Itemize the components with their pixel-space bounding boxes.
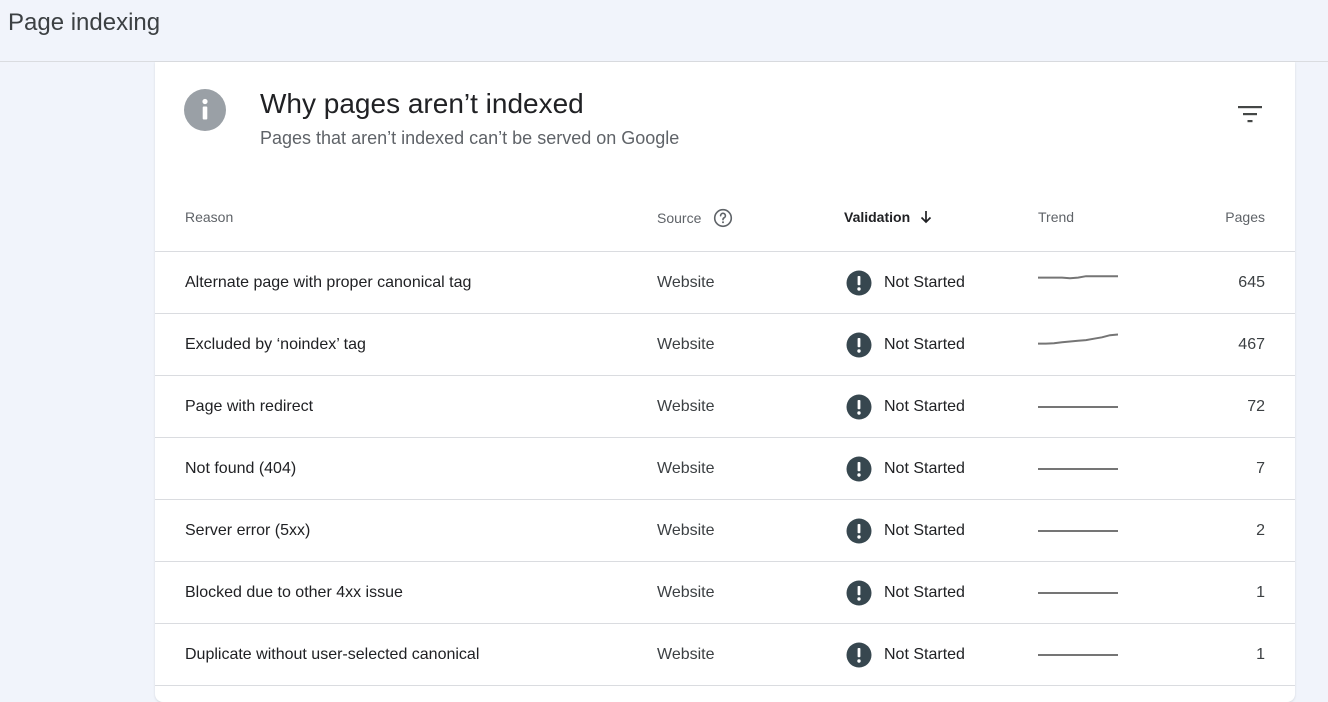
row-validation-label: Not Started xyxy=(884,335,965,353)
row-reason: Duplicate without user-selected canonica… xyxy=(185,645,480,663)
page-title: Page indexing xyxy=(8,9,161,36)
row-pages: 1 xyxy=(1256,583,1265,601)
table-row[interactable]: Alternate page with proper canonical tag… xyxy=(155,252,1295,314)
column-header-source-label: Source xyxy=(657,210,702,226)
table-row[interactable]: Excluded by ‘noindex’ tag Website Not St… xyxy=(155,314,1295,376)
row-source: Website xyxy=(657,335,715,353)
row-validation: Not Started xyxy=(846,562,965,623)
row-validation-label: Not Started xyxy=(884,645,965,663)
column-header-validation-label: Validation xyxy=(844,209,911,225)
row-pages: 1 xyxy=(1256,645,1265,663)
row-source: Website xyxy=(657,521,715,539)
table-row[interactable]: Page with redirect Website Not Started 7… xyxy=(155,376,1295,438)
row-source: Website xyxy=(657,583,715,601)
arrow-down-icon xyxy=(921,211,932,224)
row-validation-label: Not Started xyxy=(884,521,965,539)
page-header: Page indexing xyxy=(0,0,1328,62)
exclamation-circle-icon xyxy=(846,456,872,481)
row-trend xyxy=(1038,500,1118,561)
column-header-pages: Pages xyxy=(1225,209,1265,225)
row-validation: Not Started xyxy=(846,376,965,437)
row-source: Website xyxy=(657,459,715,477)
row-validation: Not Started xyxy=(846,624,965,685)
row-validation-label: Not Started xyxy=(884,583,965,601)
row-validation-label: Not Started xyxy=(884,459,965,477)
table-body: Alternate page with proper canonical tag… xyxy=(155,252,1295,686)
row-pages: 2 xyxy=(1256,521,1265,539)
card-subtitle: Pages that aren’t indexed can’t be serve… xyxy=(260,128,680,148)
trend-sparkline xyxy=(1038,333,1118,345)
row-reason: Alternate page with proper canonical tag xyxy=(185,273,472,291)
exclamation-circle-icon xyxy=(846,394,872,419)
row-reason: Excluded by ‘noindex’ tag xyxy=(185,335,366,353)
row-validation: Not Started xyxy=(846,500,965,561)
trend-sparkline xyxy=(1038,530,1118,532)
row-validation: Not Started xyxy=(846,252,965,313)
row-reason: Page with redirect xyxy=(185,397,314,415)
row-pages: 645 xyxy=(1238,273,1265,291)
table-row[interactable]: Blocked due to other 4xx issue Website N… xyxy=(155,562,1295,624)
table-row[interactable]: Not found (404) Website Not Started 7 xyxy=(155,438,1295,500)
row-trend xyxy=(1038,252,1118,313)
filter-icon xyxy=(1238,106,1262,123)
trend-sparkline xyxy=(1038,592,1118,594)
row-pages: 467 xyxy=(1238,335,1265,353)
column-header-trend: Trend xyxy=(1038,209,1075,225)
exclamation-circle-icon xyxy=(846,332,872,357)
column-header-validation[interactable]: Validation xyxy=(844,208,934,226)
row-reason: Blocked due to other 4xx issue xyxy=(185,583,403,601)
help-circle-icon[interactable] xyxy=(713,208,733,228)
row-validation: Not Started xyxy=(846,314,965,375)
row-trend xyxy=(1038,562,1118,623)
row-source: Website xyxy=(657,273,715,291)
info-icon xyxy=(184,89,226,131)
trend-sparkline xyxy=(1038,468,1118,470)
row-source: Website xyxy=(657,645,715,663)
table-row[interactable]: Server error (5xx) Website Not Started 2 xyxy=(155,500,1295,562)
column-header-reason: Reason xyxy=(185,209,234,225)
filter-button[interactable] xyxy=(1235,102,1265,126)
row-pages: 72 xyxy=(1247,397,1265,415)
row-trend xyxy=(1038,438,1118,499)
table-header: Reason Source Validation Trend Pages xyxy=(155,186,1295,252)
not-indexed-card: Why pages aren’t indexed Pages that aren… xyxy=(155,62,1295,702)
exclamation-circle-icon xyxy=(846,580,872,605)
row-validation-label: Not Started xyxy=(884,273,965,291)
card-title: Why pages aren’t indexed xyxy=(260,88,584,119)
row-validation-label: Not Started xyxy=(884,397,965,415)
row-reason: Server error (5xx) xyxy=(185,521,311,539)
table-row[interactable]: Duplicate without user-selected canonica… xyxy=(155,624,1295,686)
trend-sparkline xyxy=(1038,406,1118,408)
row-reason: Not found (404) xyxy=(185,459,297,477)
exclamation-circle-icon xyxy=(846,518,872,543)
column-header-source: Source xyxy=(657,208,733,228)
row-trend xyxy=(1038,376,1118,437)
row-validation: Not Started xyxy=(846,438,965,499)
row-source: Website xyxy=(657,397,715,415)
row-trend xyxy=(1038,624,1118,685)
exclamation-circle-icon xyxy=(846,642,872,667)
trend-sparkline xyxy=(1038,654,1118,656)
trend-sparkline xyxy=(1038,275,1118,280)
row-trend xyxy=(1038,314,1118,375)
exclamation-circle-icon xyxy=(846,270,872,295)
row-pages: 7 xyxy=(1256,459,1265,477)
